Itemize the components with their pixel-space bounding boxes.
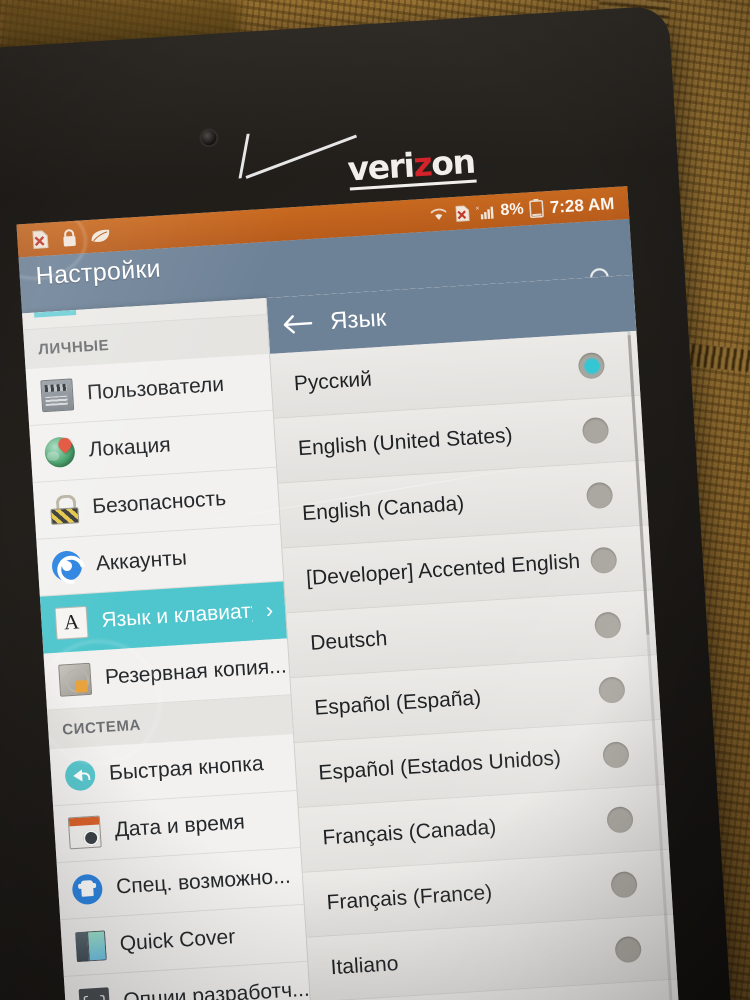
verizon-check-icon (241, 127, 364, 180)
chevron-right-icon: › (265, 597, 274, 623)
sidebar-item-label: Язык и клавиату... (100, 599, 253, 632)
language-radio[interactable] (602, 741, 630, 769)
lock-icon (63, 229, 76, 247)
location-icon (43, 436, 76, 469)
language-label: Français (France) (325, 881, 493, 915)
language-radio[interactable] (598, 676, 626, 704)
language-radio[interactable] (606, 806, 634, 834)
language-a-icon: A (54, 605, 89, 640)
tablet-screen: × 8% 7:28 AM Настройки ЛИЧНЫЕ Пользовате… (16, 186, 684, 1000)
sim-card-x-icon (455, 204, 470, 222)
sidebar-item-label: Безопасность (91, 486, 227, 519)
back-arrow-icon[interactable] (282, 312, 313, 336)
language-label: Italiano (330, 952, 400, 980)
quick-button-icon (64, 759, 97, 792)
language-radio[interactable] (614, 935, 642, 964)
sidebar-item-label: Опции разработч... (122, 977, 310, 1000)
language-radio-selected[interactable] (577, 351, 606, 380)
battery-percent-label: 8% (499, 200, 525, 219)
language-radio[interactable] (593, 611, 622, 639)
language-radio[interactable] (589, 546, 618, 575)
sidebar-item-label: Пользователи (86, 372, 225, 405)
language-label: Español (España) (313, 686, 482, 720)
sidebar-item-label: Локация (88, 433, 172, 462)
language-label: Deutsch (309, 627, 388, 655)
sidebar-item-label: Дата и время (113, 810, 246, 842)
accessibility-icon (71, 873, 104, 906)
date-time-icon (67, 815, 102, 850)
status-bar-indicators: × 8% 7:28 AM (428, 193, 621, 225)
language-label: [Developer] Accented English (305, 549, 581, 591)
power-save-leaf-icon (91, 229, 110, 242)
settings-content: ЛИЧНЫЕ Пользователи Локация Безопасность (22, 274, 684, 1000)
wifi-icon (430, 208, 447, 220)
backup-icon (58, 662, 93, 697)
signal-bars-icon: × (475, 205, 494, 220)
language-pane-title: Язык (329, 304, 387, 335)
language-label: Français (Canada) (321, 815, 497, 850)
developer-options-icon: { } (78, 987, 111, 1000)
quick-cover-icon (75, 930, 107, 963)
photo-scene: verizon × 8% 7:28 AM Настройки ЛИЧНЫЕ По… (0, 0, 750, 1000)
verizon-wordmark: verizon (346, 141, 477, 191)
language-radio[interactable] (585, 481, 614, 510)
sidebar-item-label: Аккаунты (95, 546, 188, 576)
users-icon (40, 378, 75, 413)
lock-icon (48, 493, 80, 525)
sync-accounts-icon (51, 550, 83, 582)
sidebar-item-label: Quick Cover (119, 925, 236, 956)
sidebar-item-label: Спец. возможно... (115, 864, 292, 899)
tablet-device: verizon × 8% 7:28 AM Настройки ЛИЧНЫЕ По… (0, 5, 735, 1000)
language-radio[interactable] (581, 416, 610, 445)
verizon-z-letter: z (412, 144, 433, 185)
sim-card-x-icon (32, 230, 49, 250)
page-title: Настройки (34, 254, 162, 291)
svg-text:×: × (475, 205, 480, 212)
verizon-logo: verizon (241, 114, 477, 198)
language-list-pane[interactable]: Язык Русский English (United States) Eng… (266, 274, 684, 1000)
language-label: English (Canada) (301, 491, 465, 526)
clock-label: 7:28 AM (549, 193, 615, 217)
sidebar-item-label: Быстрая кнопка (108, 752, 265, 785)
language-label: Español (Estados Unidos) (317, 746, 562, 785)
sidebar-item-label: Резервная копия... (104, 654, 288, 689)
status-bar-notifications (31, 226, 111, 250)
battery-icon (529, 198, 545, 219)
language-label: English (United States) (297, 423, 514, 461)
language-radio[interactable] (610, 870, 638, 899)
language-label: Русский (293, 367, 373, 396)
